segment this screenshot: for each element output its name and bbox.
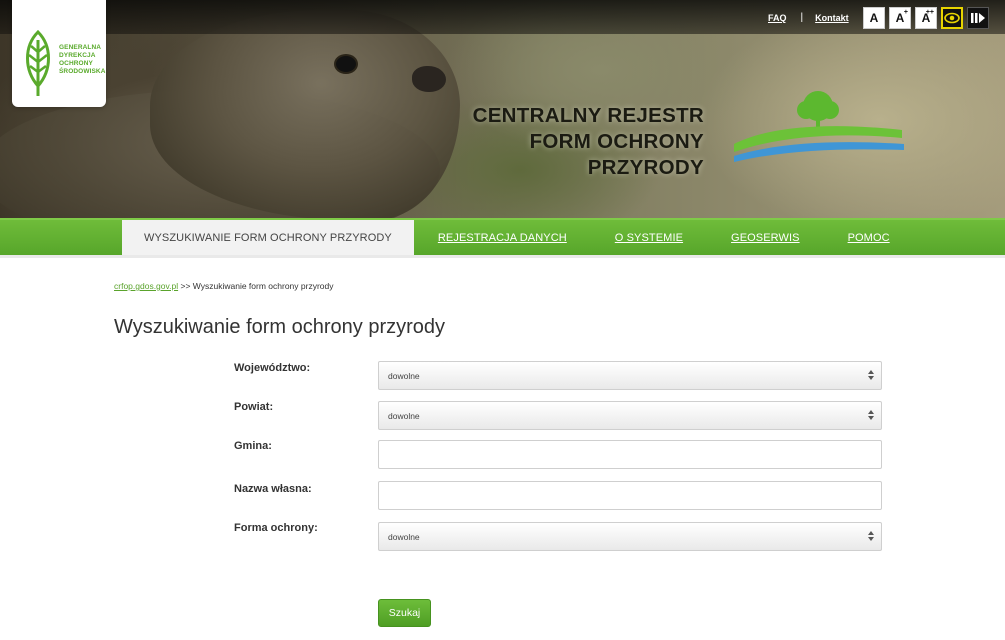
nazwa-input[interactable] [378, 481, 882, 510]
logo-line: ŚRODOWISKA [59, 68, 106, 75]
otter-eye [336, 56, 356, 72]
forma-select[interactable]: dowolne [378, 522, 882, 551]
gmina-label: Gmina: [234, 440, 272, 452]
breadcrumb: crfop.gdos.gov.pl >> Wyszukiwanie form o… [114, 281, 334, 291]
faq-link[interactable]: FAQ [768, 13, 787, 23]
logo-line: DYREKCJA [59, 52, 96, 59]
link-separator: | [800, 12, 804, 23]
tree-landscape-logo-icon [734, 91, 904, 162]
forma-value: dowolne [388, 532, 420, 542]
breadcrumb-separator: >> [180, 281, 191, 291]
powiat-value: dowolne [388, 411, 420, 421]
wojewodztwo-select[interactable]: dowolne [378, 361, 882, 390]
gdos-logo[interactable]: GENERALNA DYREKCJA OCHRONY ŚRODOWISKA [12, 0, 106, 107]
main-nav: WYSZUKIWANIE FORM OCHRONY PRZYRODY REJES… [0, 218, 1005, 255]
wojewodztwo-label: Województwo: [234, 362, 311, 374]
font-size-sup: + [903, 9, 908, 16]
nav-items: WYSZUKIWANIE FORM OCHRONY PRZYRODY REJES… [122, 220, 914, 255]
accessibility-toolbar: A A + A ++ [863, 7, 989, 29]
form-row-gmina: Gmina: [234, 440, 882, 470]
top-strip [0, 0, 1005, 34]
pause-animation-button[interactable] [967, 7, 989, 29]
page-title: Wyszukiwanie form ochrony przyrody [114, 316, 446, 338]
site-title: CENTRALNY REJESTR FORM OCHRONY PRZYRODY [428, 103, 704, 181]
high-contrast-button[interactable] [941, 7, 963, 29]
nav-item-wyszukiwanie[interactable]: WYSZUKIWANIE FORM OCHRONY PRZYRODY [122, 220, 414, 255]
font-size-largest-button[interactable]: A ++ [915, 7, 937, 29]
form-row-powiat: Powiat: dowolne [234, 401, 882, 431]
form-row-nazwa: Nazwa własna: [234, 481, 882, 511]
nav-item-rejestracja[interactable]: REJESTRACJA DANYCH [414, 220, 591, 255]
nav-item-o-systemie[interactable]: O SYSTEMIE [591, 220, 707, 255]
font-size-normal-button[interactable]: A [863, 7, 885, 29]
powiat-label: Powiat: [234, 401, 274, 413]
nav-divider [0, 255, 1005, 258]
nav-item-pomoc[interactable]: POMOC [824, 220, 914, 255]
leaf-logo-icon [26, 30, 50, 96]
gmina-input[interactable] [378, 440, 882, 469]
eye-icon [944, 12, 960, 24]
header-banner: GENERALNA DYREKCJA OCHRONY ŚRODOWISKA FA… [0, 0, 1005, 218]
select-arrows-icon [868, 410, 874, 420]
forma-label: Forma ochrony: [234, 522, 318, 534]
pause-play-icon [971, 13, 985, 23]
site-title-line: CENTRALNY REJESTR [472, 104, 704, 127]
breadcrumb-home-link[interactable]: crfop.gdos.gov.pl [114, 281, 178, 291]
otter-nose [412, 66, 446, 92]
search-button[interactable]: Szukaj [378, 599, 431, 627]
logo-line: OCHRONY [59, 60, 93, 67]
site-title-line: FORM OCHRONY PRZYRODY [529, 130, 704, 179]
form-row-wojewodztwo: Województwo: dowolne [234, 361, 882, 391]
font-size-larger-button[interactable]: A + [889, 7, 911, 29]
font-size-label: A [869, 11, 879, 25]
breadcrumb-current: Wyszukiwanie form ochrony przyrody [192, 281, 334, 291]
top-links: FAQ | Kontakt [768, 12, 849, 23]
select-arrows-icon [868, 531, 874, 541]
wojewodztwo-value: dowolne [388, 371, 420, 381]
form-row-forma: Forma ochrony: dowolne [234, 522, 882, 552]
logo-text: GENERALNA DYREKCJA OCHRONY ŚRODOWISKA [59, 44, 106, 76]
logo-line: GENERALNA [59, 44, 102, 51]
font-size-sup: ++ [925, 9, 934, 16]
nazwa-label: Nazwa własna: [234, 483, 312, 495]
kontakt-link[interactable]: Kontakt [815, 13, 849, 23]
select-arrows-icon [868, 370, 874, 380]
powiat-select[interactable]: dowolne [378, 401, 882, 430]
nav-item-geoserwis[interactable]: GEOSERWIS [707, 220, 824, 255]
